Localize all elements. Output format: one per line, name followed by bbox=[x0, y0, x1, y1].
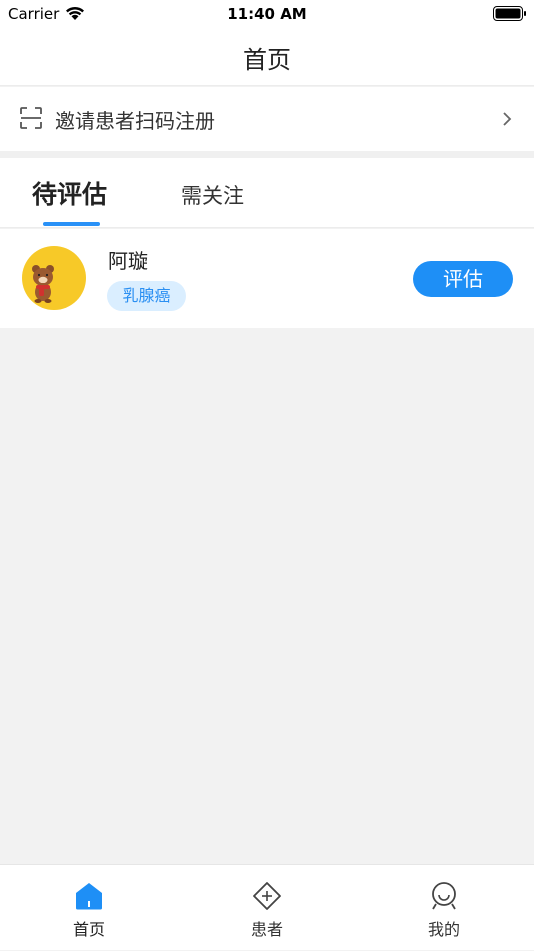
tabbar-label-profile: 我的 bbox=[427, 920, 460, 939]
active-tab-indicator bbox=[43, 222, 100, 226]
section-divider bbox=[0, 151, 534, 158]
patient-icon bbox=[253, 882, 281, 910]
tabbar-item-patients[interactable]: 患者 bbox=[227, 865, 307, 951]
avatar bbox=[22, 246, 86, 310]
profile-icon bbox=[432, 882, 456, 910]
home-icon bbox=[76, 883, 102, 910]
bottom-tab-bar: 首页 患者 我的 bbox=[0, 864, 534, 950]
battery-icon bbox=[493, 6, 526, 21]
tab-pending-assessment[interactable]: 待评估 bbox=[32, 175, 107, 211]
tabbar-item-profile[interactable]: 我的 bbox=[404, 865, 484, 951]
bear-avatar-icon bbox=[32, 265, 54, 303]
invite-label: 邀请患者扫码注册 bbox=[55, 109, 215, 133]
status-bar: Carrier 11:40 AM bbox=[0, 0, 534, 28]
assess-button[interactable]: 评估 bbox=[413, 261, 513, 297]
clock: 11:40 AM bbox=[227, 5, 307, 23]
page-title: 首页 bbox=[243, 46, 291, 74]
patient-name: 阿璇 bbox=[108, 249, 148, 273]
tab-strip: 待评估 需关注 bbox=[0, 158, 534, 228]
tabbar-label-home: 首页 bbox=[72, 920, 105, 939]
chevron-right-icon bbox=[503, 112, 512, 126]
invite-patient-row[interactable]: 邀请患者扫码注册 bbox=[0, 87, 534, 151]
navigation-bar: 首页 bbox=[0, 28, 534, 86]
scan-icon bbox=[20, 107, 42, 129]
tabbar-label-patients: 患者 bbox=[250, 920, 283, 939]
list-item[interactable]: 阿璇 乳腺癌 评估 bbox=[0, 229, 534, 328]
tabbar-item-home[interactable]: 首页 bbox=[49, 865, 129, 951]
tab-needs-attention[interactable]: 需关注 bbox=[181, 180, 244, 210]
diagnosis-tag: 乳腺癌 bbox=[107, 281, 186, 311]
